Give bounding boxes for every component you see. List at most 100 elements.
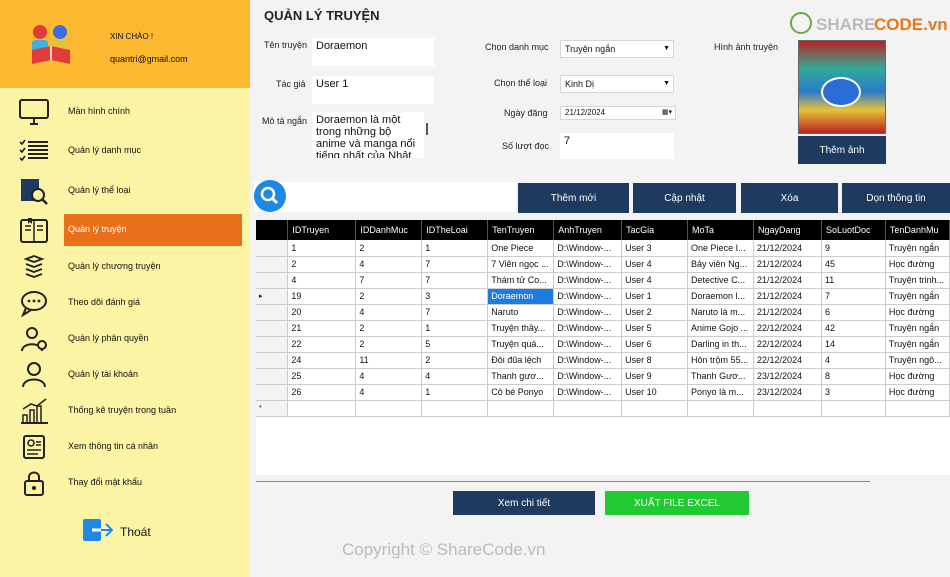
column-header[interactable]: TacGia [621, 220, 689, 240]
table-cell[interactable]: User 4 [621, 256, 689, 273]
table-cell[interactable]: 20 [287, 304, 357, 321]
category-select[interactable]: Truyện ngắn ▼ [560, 40, 674, 58]
table-cell[interactable]: 21/12/2024 [753, 240, 822, 257]
column-header[interactable]: IDTheLoai [421, 220, 489, 240]
table-cell[interactable]: 4 [821, 352, 886, 369]
column-header[interactable]: IDDanhMuc [355, 220, 423, 240]
table-cell[interactable]: User 10 [621, 384, 689, 401]
table-cell[interactable]: One Piece [487, 240, 555, 257]
table-cell[interactable]: Thanh gươ... [487, 368, 555, 385]
genre-select[interactable]: Kinh Dị ▼ [560, 75, 674, 93]
table-cell[interactable]: Cô bé Ponyo [487, 384, 555, 401]
table-cell[interactable] [487, 400, 555, 417]
column-header[interactable]: NgayDang [753, 220, 822, 240]
search-input[interactable] [254, 182, 516, 212]
column-header[interactable]: AnhTruyen [553, 220, 623, 240]
table-cell[interactable]: 25 [287, 368, 357, 385]
table-cell[interactable]: 21/12/2024 [753, 304, 822, 321]
table-cell[interactable]: 23/12/2024 [753, 384, 822, 401]
table-cell[interactable]: 2 [355, 336, 423, 353]
sidebar-item-permissions[interactable]: Quản lý phân quyền [0, 323, 250, 355]
table-cell[interactable]: Truyện ngô... [885, 352, 950, 369]
table-row[interactable]: 2477 Viên ngọc ... D:\Window-... User 4 Bảy… [256, 256, 950, 273]
table-cell[interactable] [287, 400, 357, 417]
table-cell[interactable]: 21/12/2024 [753, 256, 822, 273]
row-header[interactable] [256, 272, 289, 289]
row-header[interactable]: * [256, 400, 289, 417]
table-cell[interactable]: 24 [287, 352, 357, 369]
row-header[interactable] [256, 320, 289, 337]
table-cell[interactable]: 7 Viên ngọc ... [487, 256, 555, 273]
publish-date-picker[interactable]: 21/12/2024 ▦▾ [560, 106, 676, 120]
table-cell[interactable]: Naruto [487, 304, 555, 321]
table-cell[interactable]: 22/12/2024 [753, 336, 822, 353]
table-cell[interactable]: 4 [287, 272, 357, 289]
row-header[interactable] [256, 368, 289, 385]
table-cell[interactable]: 1 [421, 384, 489, 401]
sidebar-item-stories[interactable]: Quản lý truyện [0, 214, 250, 246]
table-cell[interactable]: D:\Window-... [553, 240, 623, 257]
table-cell[interactable]: User 8 [621, 352, 689, 369]
table-cell[interactable]: Truyện ngắn [885, 240, 950, 257]
table-cell[interactable]: 21 [287, 320, 357, 337]
table-cell[interactable]: Thám tử Co... [487, 272, 555, 289]
table-cell[interactable]: 22 [287, 336, 357, 353]
table-cell[interactable]: 11 [355, 352, 423, 369]
table-cell[interactable]: 11 [821, 272, 886, 289]
table-cell[interactable]: 7 [821, 288, 886, 305]
table-cell[interactable]: Truyện trinh... [885, 272, 950, 289]
sidebar-item-accounts[interactable]: Quản lý tài khoản [0, 359, 250, 391]
description-scrollbar[interactable] [426, 123, 428, 135]
view-detail-button[interactable]: Xem chi tiết [453, 491, 595, 515]
table-cell[interactable]: Doraemon [487, 288, 555, 305]
sidebar-item-chapters[interactable]: Quản lý chương truyện [0, 251, 250, 283]
table-cell[interactable]: User 2 [621, 304, 689, 321]
table-cell[interactable]: 23/12/2024 [753, 368, 822, 385]
table-cell[interactable] [885, 400, 950, 417]
table-cell[interactable]: 26 [287, 384, 357, 401]
table-cell[interactable]: 7 [421, 304, 489, 321]
table-cell[interactable]: D:\Window-... [553, 336, 623, 353]
table-cell[interactable]: 4 [421, 368, 489, 385]
update-button[interactable]: Cập nhật [633, 183, 736, 213]
table-cell[interactable]: Thanh Gươ... [687, 368, 755, 385]
row-header[interactable] [256, 352, 289, 369]
table-cell[interactable]: Học đường [885, 256, 950, 273]
table-row[interactable]: 20 4 7 Naruto D:\Window-... User 2 Naruto là m… [256, 304, 950, 321]
table-cell[interactable]: Truyện thầy... [487, 320, 555, 337]
clear-button[interactable]: Dọn thông tin [842, 183, 950, 213]
logout-button[interactable]: Thoát [82, 516, 162, 546]
stories-grid[interactable]: IDTruyen IDDanhMuc IDTheLoai TenTruyen A… [256, 220, 950, 475]
story-name-field[interactable]: Doraemon [312, 38, 434, 66]
column-header[interactable]: SoLuotDoc [821, 220, 886, 240]
table-cell[interactable]: 1 [421, 240, 489, 257]
table-cell[interactable]: 3 [421, 288, 489, 305]
table-cell[interactable]: 6 [821, 304, 886, 321]
table-cell[interactable]: D:\Window-... [553, 352, 623, 369]
table-row[interactable]: 4 7 7 Thám tử Co... D:\Window-... User 4 Detec… [256, 272, 950, 289]
sidebar-item-statistics[interactable]: Thống kê truyện trong tuần [0, 395, 250, 427]
table-cell[interactable]: 19 [287, 288, 357, 305]
table-cell[interactable]: 4 [355, 256, 423, 273]
table-cell[interactable]: User 9 [621, 368, 689, 385]
table-cell[interactable]: 4 [355, 368, 423, 385]
table-row[interactable]: ▸ 19 2 3 Doraemon D:\Window-... User 1 Doraemon… [256, 288, 950, 305]
table-cell[interactable]: Bảy viên Ng... [687, 256, 755, 273]
sidebar-item-home[interactable]: Màn hình chính [0, 96, 250, 128]
table-cell[interactable]: User 6 [621, 336, 689, 353]
table-cell[interactable]: 7 [355, 272, 423, 289]
table-cell[interactable]: 2 [287, 256, 357, 273]
table-cell[interactable]: 1 [421, 320, 489, 337]
table-cell[interactable]: 22/12/2024 [753, 320, 822, 337]
table-cell[interactable]: Truyện ngắn [885, 288, 950, 305]
table-cell[interactable]: D:\Window-... [553, 384, 623, 401]
table-row[interactable]: 25 4 4 Thanh gươ... D:\Window-... User 9 Thanh… [256, 368, 950, 385]
row-header[interactable] [256, 384, 289, 401]
table-cell[interactable]: 4 [355, 304, 423, 321]
table-cell[interactable]: 22/12/2024 [753, 352, 822, 369]
table-cell[interactable]: Truyện ngắn [885, 336, 950, 353]
table-cell[interactable]: D:\Window-... [553, 368, 623, 385]
table-cell[interactable]: Anime Gojo ... [687, 320, 755, 337]
table-cell[interactable] [553, 400, 623, 417]
table-cell[interactable]: Detective C... [687, 272, 755, 289]
